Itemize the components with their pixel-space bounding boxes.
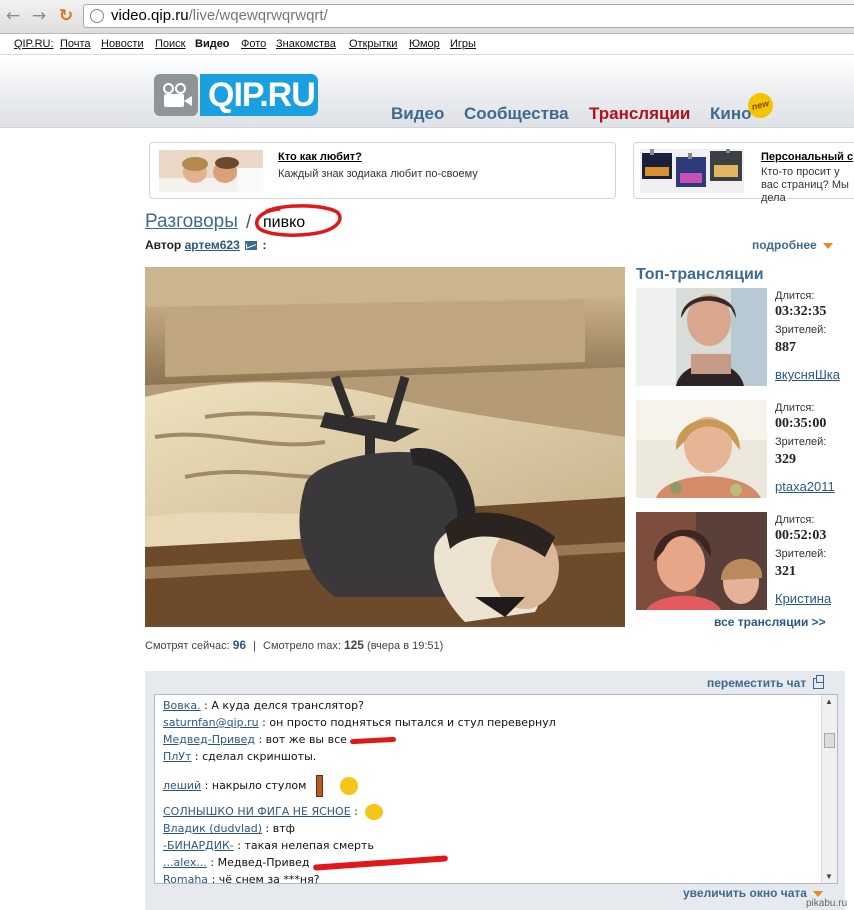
stream-card[interactable]: Длится: 00:35:00 Зрителей: 329 ptaxa2011 [636, 400, 854, 500]
promo-desc: Кто-то просит у вас страниц? Мы дела [761, 166, 849, 204]
nav-cinema[interactable]: Кино [710, 104, 751, 124]
stream-duration: 03:32:35 [775, 304, 827, 319]
stream-card[interactable]: Длится: 00:52:03 Зрителей: 321 Кристина [636, 512, 854, 612]
nav-broadcasts[interactable]: Трансляции [589, 104, 690, 124]
stream-thumbnail[interactable] [636, 512, 767, 610]
scroll-down-icon[interactable]: ▼ [825, 872, 833, 881]
viewer-stats: Смотрят сейчас: 96 | Смотрело max: 125 (… [145, 638, 444, 652]
chat-message: ПлУт : сделал скриншоты. [163, 750, 317, 763]
portal-link-mail[interactable]: Почта [60, 38, 91, 50]
portal-link-games[interactable]: Игры [450, 38, 476, 50]
promo-desc: Каждый знак зодиака любит по-своему [278, 168, 478, 180]
stream-card[interactable]: Длится: 03:32:35 Зрителей: 887 вкусняШка [636, 288, 854, 388]
current-viewers: 96 [232, 638, 247, 652]
photo-collage [640, 149, 744, 193]
nav-video[interactable]: Видео [391, 104, 444, 124]
scrollbar-thumb[interactable] [824, 733, 835, 748]
promo-title[interactable]: Персональный с [761, 151, 853, 163]
breadcrumb-parent[interactable]: Разговоры [145, 211, 238, 233]
chat-messages[interactable]: Вовка. : А куда делся транслятор? saturn… [154, 694, 838, 884]
chat-message: леший : накрыло стулом [163, 775, 359, 797]
breadcrumb-separator: / [246, 212, 252, 233]
couple-photo [159, 150, 263, 192]
stream-duration: 00:52:03 [775, 528, 827, 543]
promo-personal[interactable]: Персональный с Кто-то просит у вас стран… [633, 142, 854, 204]
stream-thumbnail[interactable] [636, 400, 767, 498]
chat-message: Romaha : чё снем за ***ня? [163, 873, 320, 884]
address-bar[interactable]: video.qip.ru/live/wqewqrwqrwqrt/ [83, 4, 854, 28]
portal-link-humor[interactable]: Юмор [409, 38, 440, 50]
more-details-link[interactable]: подробнее [752, 238, 834, 252]
stream-user-link[interactable]: Кристина [775, 591, 831, 606]
site-header: QIP.RU Видео Сообщества Трансляции Кино [0, 56, 854, 128]
popout-icon [812, 675, 824, 690]
smiley-emoticon-icon [340, 777, 359, 795]
chat-message: Медвед-Привед : вот же вы все [163, 733, 397, 746]
author-line: Автор артем623 : [145, 238, 266, 252]
enlarge-chat-button[interactable]: увеличить окно чата [683, 886, 824, 900]
stream-viewers: 321 [775, 564, 796, 579]
watermark: pikabu.ru [806, 898, 848, 909]
chat-message: -БИНАРДИК- : такая нелепая смерть [163, 839, 374, 852]
author-colon: : [262, 238, 267, 252]
chat-message: ...alex... : Медвед-Привед [163, 855, 449, 871]
author-link[interactable]: артем623 [185, 238, 240, 252]
author-label: Автор [145, 238, 182, 252]
promo-zodiac[interactable]: Кто как любит? Каждый знак зодиака любит… [149, 142, 616, 199]
stream-user-link[interactable]: ptaxa2011 [775, 479, 835, 494]
page-title: пивко [263, 214, 306, 231]
portal-link-dating[interactable]: Знакомства [276, 38, 336, 50]
portal-link-news[interactable]: Новости [101, 38, 144, 50]
chat-message: Владик (dudvlad) : втф [163, 822, 296, 835]
camera-icon [154, 74, 198, 116]
qip-logo[interactable]: QIP.RU [154, 74, 318, 116]
envelope-icon[interactable] [245, 240, 258, 251]
chat-message: Вовка. : А куда делся транслятор? [163, 699, 364, 712]
portal-link-photo[interactable]: Фото [241, 38, 266, 50]
video-player[interactable] [145, 267, 625, 627]
video-frame [145, 267, 625, 627]
stream-user-link[interactable]: вкусняШка [775, 367, 840, 382]
chat-message: saturnfan@qip.ru : он просто подняться п… [163, 716, 556, 729]
red-scribble [350, 736, 397, 744]
browser-toolbar: ← → ↻ video.qip.ru/live/wqewqrwqrwqrt/ [0, 0, 854, 34]
max-viewers: 125 [343, 638, 364, 652]
portal-link-search[interactable]: Поиск [155, 38, 185, 50]
top-streams-heading: Топ-трансляции [636, 266, 764, 283]
stream-thumbnail[interactable] [636, 288, 767, 386]
stream-viewers: 887 [775, 340, 796, 355]
smiley-emoticon-icon [365, 804, 384, 820]
chevron-down-icon [813, 890, 824, 897]
scroll-up-icon[interactable]: ▲ [825, 697, 833, 706]
stream-duration: 00:35:00 [775, 416, 827, 431]
promo-title[interactable]: Кто как любит? [278, 151, 362, 163]
chevron-down-icon [823, 242, 834, 249]
back-arrow-icon[interactable]: ← [3, 6, 23, 26]
chat-scrollbar[interactable]: ▲ ▼ [821, 695, 837, 883]
url-text: video.qip.ru/live/wqewqrwqrwqrt/ [111, 7, 328, 24]
portal-link-qip[interactable]: QIP.RU: [14, 38, 54, 50]
stream-viewers: 329 [775, 452, 796, 467]
forward-arrow-icon[interactable]: → [29, 6, 49, 26]
all-streams-link[interactable]: все трансляции >> [714, 615, 826, 629]
portal-link-cards[interactable]: Открытки [349, 38, 397, 50]
portal-links-bar: QIP.RU: Почта Новости Поиск Видео Фото З… [0, 35, 854, 55]
reload-icon[interactable]: ↻ [56, 6, 76, 26]
move-chat-button[interactable]: переместить чат [707, 675, 824, 690]
bottle-emoticon-icon [315, 775, 323, 797]
red-scribble [312, 855, 449, 871]
portal-link-video[interactable]: Видео [195, 38, 230, 50]
nav-communities[interactable]: Сообщества [464, 104, 569, 124]
chat-message: СОЛНЫШКО НИ ФИГА НЕ ЯСНОЕ : [163, 804, 384, 820]
globe-icon [90, 9, 104, 23]
